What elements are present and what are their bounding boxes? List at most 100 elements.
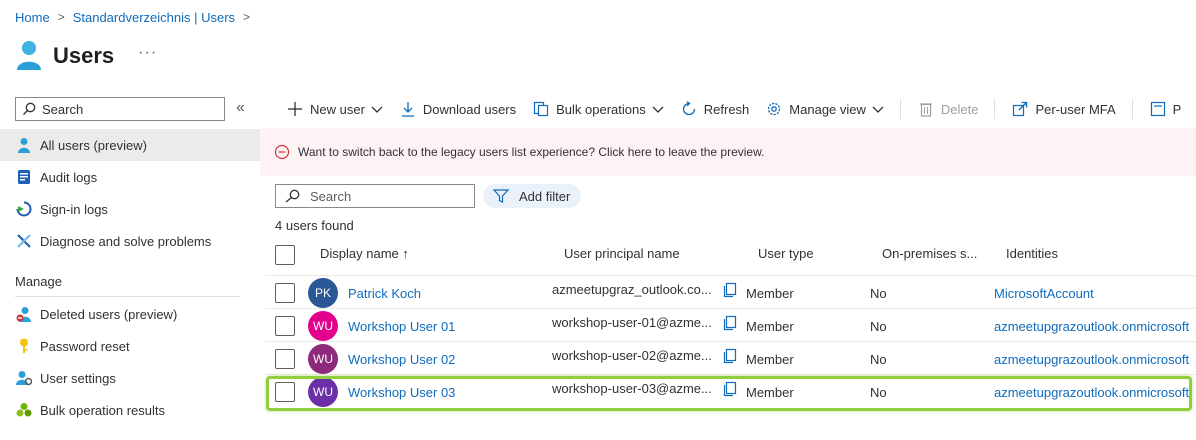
toolbar-divider (899, 99, 901, 119)
per-user-mfa-button[interactable]: Per-user MFA (1011, 100, 1116, 118)
add-filter-label: Add filter (519, 188, 571, 204)
bulk-operations-label: Bulk operations (556, 101, 646, 117)
highlight-annotation (266, 376, 1192, 411)
user-name-link[interactable]: Workshop User 01 (348, 319, 455, 334)
sidebar-item-all-users[interactable]: All users (preview) (0, 129, 260, 161)
minus-circle-icon (274, 144, 290, 160)
users-search-input[interactable]: Search (275, 184, 475, 208)
breadcrumb-directory-link[interactable]: Standardverzeichnis | Users (73, 10, 235, 25)
sidebar-item-deleted-users[interactable]: Deleted users (preview) (0, 298, 260, 330)
sidebar-search-input[interactable]: Search (15, 97, 225, 121)
wrench-icon (15, 232, 33, 250)
breadcrumb-home-link[interactable]: Home (15, 10, 50, 25)
users-search-placeholder: Search (310, 188, 352, 204)
copy-icon[interactable] (722, 348, 738, 364)
row-divider (265, 374, 1196, 375)
user-name-link[interactable]: Workshop User 02 (348, 352, 455, 367)
manage-section-heading: Manage (15, 274, 62, 289)
sidebar-item-label: Sign-in logs (40, 201, 108, 217)
add-filter-button[interactable]: Add filter (483, 184, 581, 208)
column-header-user-type[interactable]: User type (758, 246, 814, 261)
user-principal-name: workshop-user-02@azme... (552, 348, 712, 363)
plus-icon (286, 100, 304, 118)
user-settings-icon (15, 369, 33, 387)
on-premises-sync: No (870, 286, 887, 301)
toolbar-overflow-label: P (1172, 101, 1182, 117)
breadcrumb: Home > Standardverzeichnis | Users > (15, 8, 258, 26)
column-header-on-premises[interactable]: On-premises s... (882, 246, 977, 261)
download-users-label: Download users (422, 101, 517, 117)
manage-view-label: Manage view (789, 101, 866, 117)
preview-features-icon (1149, 100, 1167, 118)
chevron-down-icon (652, 102, 664, 117)
user-name-link[interactable]: Patrick Koch (348, 286, 421, 301)
audit-logs-icon (15, 168, 33, 186)
user-principal-name: azmeetupgraz_outlook.co... (552, 282, 712, 297)
trash-icon (917, 100, 935, 118)
bulk-operations-button[interactable]: Bulk operations (532, 100, 664, 118)
refresh-button[interactable]: Refresh (680, 100, 750, 118)
user-icon (15, 136, 33, 154)
user-type: Member (746, 319, 794, 334)
legacy-experience-banner[interactable]: Want to switch back to the legacy users … (260, 128, 1196, 176)
search-icon (284, 189, 300, 203)
title-area: Users ··· (15, 38, 157, 74)
row-checkbox[interactable] (275, 283, 295, 303)
toolbar-divider (994, 99, 996, 119)
row-divider (265, 308, 1196, 309)
row-checkbox[interactable] (275, 349, 295, 369)
delete-label: Delete (940, 101, 979, 117)
select-all-checkbox[interactable] (275, 245, 295, 265)
filter-icon (493, 189, 509, 203)
identity-link[interactable]: azmeetupgrazoutlook.onmicrosoft (994, 319, 1196, 334)
column-header-upn[interactable]: User principal name (564, 246, 680, 261)
avatar: WU (308, 344, 338, 374)
command-toolbar: New user Download users Bulk operations … (286, 96, 1196, 122)
chevron-down-icon (872, 102, 884, 117)
copy-icon[interactable] (722, 282, 738, 298)
avatar: PK (308, 278, 338, 308)
toolbar-divider (1131, 99, 1133, 119)
sidebar-item-label: Diagnose and solve problems (40, 233, 212, 249)
identity-link[interactable]: azmeetupgrazoutlook.onmicrosoft (994, 352, 1196, 367)
gear-icon (765, 100, 783, 118)
per-user-mfa-label: Per-user MFA (1035, 101, 1116, 117)
sidebar-item-audit-logs[interactable]: Audit logs (0, 161, 260, 193)
new-user-button[interactable]: New user (286, 100, 383, 118)
sidebar-item-user-settings[interactable]: User settings (0, 362, 260, 394)
collapse-sidebar-button[interactable]: « (236, 99, 245, 117)
sidebar-item-label: Audit logs (40, 169, 98, 185)
avatar: WU (308, 311, 338, 341)
sidebar-item-sign-in-logs[interactable]: Sign-in logs (0, 193, 260, 225)
sidebar-item-password-reset[interactable]: Password reset (0, 330, 260, 362)
bulk-operations-icon (532, 100, 550, 118)
user-type: Member (746, 286, 794, 301)
search-icon (22, 102, 36, 116)
page-title: Users (53, 43, 115, 68)
manage-view-button[interactable]: Manage view (765, 100, 884, 118)
bulk-results-icon (15, 401, 33, 419)
refresh-label: Refresh (703, 101, 750, 117)
users-count: 4 users found (275, 218, 354, 233)
on-premises-sync: No (870, 319, 887, 334)
users-page-icon (15, 39, 43, 74)
sidebar-search-placeholder: Search (42, 101, 84, 117)
on-premises-sync: No (870, 352, 887, 367)
user-type: Member (746, 352, 794, 367)
identity-link[interactable]: MicrosoftAccount (994, 286, 1196, 301)
sidebar-item-diagnose[interactable]: Diagnose and solve problems (0, 225, 260, 257)
sidebar-item-bulk-results[interactable]: Bulk operation results (0, 394, 260, 426)
deleted-user-icon (15, 305, 33, 323)
download-users-button[interactable]: Download users (399, 100, 516, 118)
new-user-label: New user (310, 101, 365, 117)
row-checkbox[interactable] (275, 316, 295, 336)
toolbar-overflow-button[interactable]: P (1149, 100, 1182, 118)
user-principal-name: workshop-user-01@azme... (552, 315, 712, 330)
banner-text: Want to switch back to the legacy users … (298, 145, 765, 159)
more-options-button[interactable]: ··· (138, 44, 157, 62)
column-header-identities[interactable]: Identities (1006, 246, 1058, 261)
delete-button[interactable]: Delete (917, 100, 979, 118)
copy-icon[interactable] (722, 315, 738, 331)
sidebar-item-label: All users (preview) (40, 137, 147, 153)
column-header-display-name[interactable]: Display name ↑ (320, 246, 409, 261)
